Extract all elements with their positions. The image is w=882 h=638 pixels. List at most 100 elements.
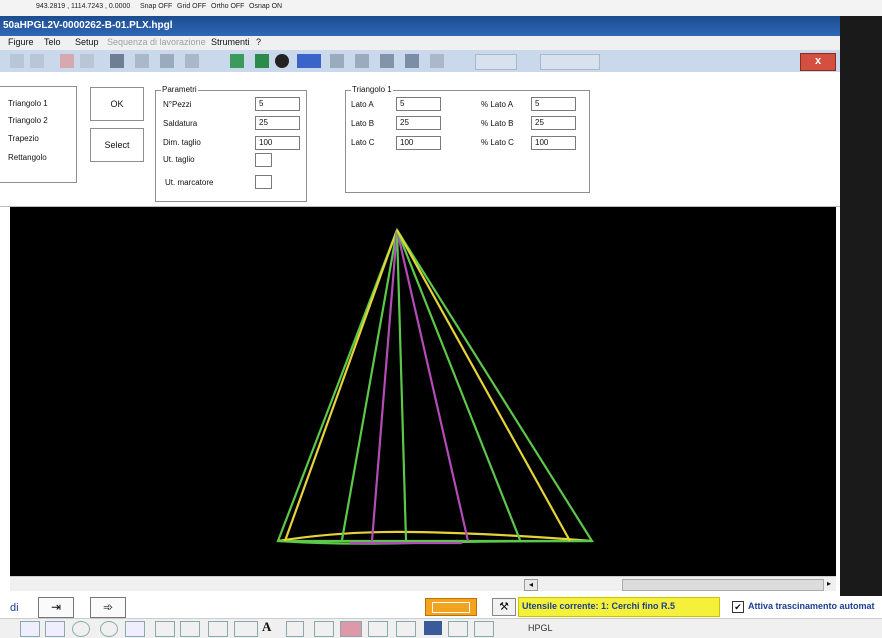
record-icon[interactable] [275, 54, 289, 68]
arrow-left-icon[interactable]: ◂ [524, 579, 538, 591]
ut-marcatore-box[interactable] [255, 175, 272, 189]
npezzi-label: N°Pezzi [163, 100, 192, 109]
ut-taglio-box[interactable] [255, 153, 272, 167]
pct-lato-a-label: % Lato A [481, 100, 514, 109]
line-green-2 [395, 229, 408, 541]
current-tool-text: Utensile corrente: 1: Cerchi fino R.5 [522, 601, 676, 611]
window-icon[interactable] [405, 54, 419, 68]
image-tool-icon[interactable] [448, 621, 468, 637]
green-tool-icon[interactable] [230, 54, 244, 68]
lato-a-field[interactable]: 5 [396, 97, 441, 111]
color-tool-icon[interactable] [340, 621, 362, 637]
fill-tool-icon[interactable] [424, 621, 442, 635]
parametri-group: Parametri N°Pezzi 5 Saldatura 25 Dim. ta… [155, 85, 307, 202]
arrow-right-icon[interactable]: ▸ [824, 579, 834, 589]
pct-lato-a-field[interactable]: 5 [531, 97, 576, 111]
side-panel [840, 16, 882, 637]
select-button[interactable]: Select [90, 128, 144, 162]
drawing-canvas[interactable] [10, 207, 836, 576]
lato-c-field[interactable]: 100 [396, 136, 441, 150]
panel-icon[interactable] [430, 54, 444, 68]
menu-figure[interactable]: Figure [8, 37, 34, 47]
cut-icon[interactable] [60, 54, 74, 68]
horizontal-scrollbar[interactable]: ◂ ▸ [10, 576, 836, 591]
layer-select[interactable] [540, 54, 600, 70]
align-tool-icon[interactable] [314, 621, 334, 637]
grid-icon[interactable] [135, 54, 149, 68]
line-magenta-2 [395, 229, 470, 542]
figure-item-triangolo-1[interactable]: Triangolo 1 [8, 99, 48, 108]
line-green-3 [395, 229, 522, 541]
menu-setup[interactable]: Setup [75, 37, 99, 47]
pct-lato-c-field[interactable]: 100 [531, 136, 576, 150]
snap-toggle[interactable]: Snap OFF [140, 3, 172, 10]
rotate-icon[interactable] [380, 54, 394, 68]
lato-c-label: Lato C [351, 138, 375, 147]
line-yellow-right [396, 229, 571, 542]
send-icon[interactable]: ➾ [90, 597, 126, 618]
arc-tool-icon[interactable] [100, 621, 118, 637]
saldatura-field[interactable]: 25 [255, 116, 300, 130]
copy-icon[interactable] [80, 54, 94, 68]
osnap-toggle[interactable]: Osnap ON [249, 3, 282, 10]
info-strip: 943.2819 , 1114.7243 , 0.0000 Snap OFF G… [0, 0, 882, 17]
close-button[interactable]: x [800, 53, 836, 71]
hatch-tool-icon[interactable] [234, 621, 258, 637]
scale-select[interactable] [475, 54, 517, 70]
base-curve-yellow [277, 530, 593, 543]
layout-icon-frame [432, 602, 470, 613]
redo-icon[interactable] [30, 54, 44, 68]
layout-icon[interactable] [425, 598, 477, 616]
toolbar: x [0, 50, 840, 72]
grid-toggle[interactable]: Grid OFF [177, 3, 206, 10]
pct-lato-c-label: % Lato C [481, 138, 514, 147]
rect-tool-icon[interactable] [125, 621, 145, 637]
ortho-toggle[interactable]: Ortho OFF [211, 3, 244, 10]
menu-sequenza: Sequenza di lavorazione [107, 37, 206, 47]
lato-b-field[interactable]: 25 [396, 116, 441, 130]
dim-taglio-field[interactable]: 100 [255, 136, 300, 150]
tool-icon[interactable]: ⚒ [492, 598, 516, 616]
circle-tool-icon[interactable] [72, 621, 90, 637]
box-tool-icon[interactable] [45, 621, 65, 637]
pct-lato-b-label: % Lato B [481, 119, 514, 128]
layer-icon[interactable] [160, 54, 174, 68]
curve-tool-icon[interactable] [368, 621, 388, 637]
drag-checkbox[interactable]: ✔ [732, 601, 744, 613]
dim-tool-icon[interactable] [208, 621, 228, 637]
text-tool-icon[interactable]: A [262, 619, 271, 635]
move-icon[interactable] [355, 54, 369, 68]
view-icon[interactable] [330, 54, 344, 68]
status-left-text: di [10, 602, 19, 614]
figure-item-rettangolo[interactable]: Rettangolo [8, 153, 47, 162]
undo-icon[interactable] [10, 54, 24, 68]
scroll-thumb[interactable] [622, 579, 824, 591]
figure-item-trapezio[interactable]: Trapezio [8, 134, 39, 143]
zoom-icon[interactable] [110, 54, 124, 68]
pct-lato-b-field[interactable]: 25 [531, 116, 576, 130]
npezzi-field[interactable]: 5 [255, 97, 300, 111]
export-icon[interactable]: ⇥ [38, 597, 74, 618]
menu-telo[interactable]: Telo [44, 37, 61, 47]
table-tool-icon[interactable] [474, 621, 494, 637]
hpgl-label: HPGL [528, 623, 553, 633]
measure-tool-icon[interactable] [180, 621, 200, 637]
saldatura-label: Saldatura [163, 119, 198, 128]
blue-block-icon[interactable] [297, 54, 321, 68]
figure-item-triangolo-2[interactable]: Triangolo 2 [8, 116, 48, 125]
minus-tool-icon[interactable] [396, 621, 416, 637]
title-bar: 50aHPGL2V-0000262-B-01.PLX.hpgl [0, 16, 882, 36]
check-tool-icon[interactable] [286, 621, 304, 637]
parametri-legend: Parametri [161, 85, 198, 94]
line-tool-icon[interactable] [20, 621, 40, 637]
ok-button[interactable]: OK [90, 87, 144, 121]
poly-tool-icon[interactable] [155, 621, 175, 637]
triangolo-legend: Triangolo 1 [351, 85, 393, 94]
print-icon[interactable] [185, 54, 199, 68]
lato-b-label: Lato B [351, 119, 375, 128]
menu-strumenti[interactable]: Strumenti [211, 37, 250, 47]
menu-help[interactable]: ? [256, 37, 261, 47]
dot-icon[interactable] [255, 54, 269, 68]
line-green-1 [340, 229, 399, 541]
line-yellow-left [283, 229, 399, 542]
